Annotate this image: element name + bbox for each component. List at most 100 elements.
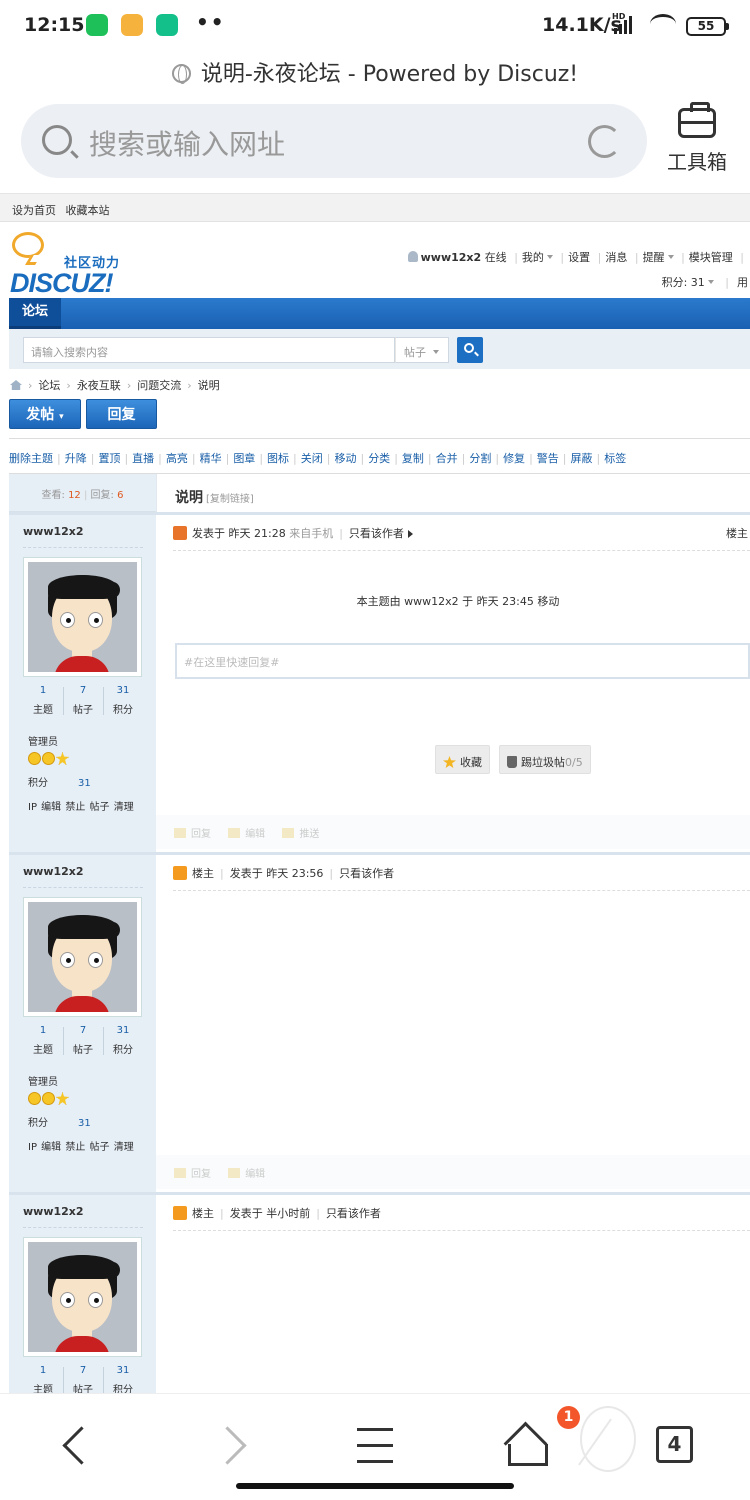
notes-icon <box>121 14 143 36</box>
mod-action-link[interactable]: 直播 <box>132 452 154 465</box>
mod-action-link[interactable]: 复制 <box>402 452 424 465</box>
moderation-toolbar: 删除主题 | 升降 | 置顶 | 直播 | 高亮 | 精华 | 图章 | 图标 | 关闭 | 移动 | 分类 | 复制 | 合并… <box>9 438 750 474</box>
username-link[interactable]: www12x2 <box>421 251 482 264</box>
mod-action-link[interactable]: 警告 <box>537 452 559 465</box>
mod-action-link[interactable]: 分割 <box>469 452 491 465</box>
thread-stats: 查看: 12 | 回复: 6 <box>9 474 156 512</box>
mod-action-link[interactable]: 删除主题 <box>9 452 53 465</box>
messages-link[interactable]: 消息 <box>605 251 627 264</box>
mod-action-link[interactable]: 升降 <box>65 452 87 465</box>
back-button[interactable] <box>54 1424 98 1468</box>
user-group-link[interactable]: 用 <box>737 276 748 289</box>
post-item: www12x2 1 主题 7 帖子 31 积分 管理员 积分 31 IP 编辑 禁止 帖… <box>9 512 750 852</box>
signal-icon <box>614 28 617 34</box>
search-type-select[interactable]: 帖子 <box>395 337 449 363</box>
more-notifications-icon: •• <box>196 10 226 34</box>
copy-link[interactable]: [复制链接] <box>206 494 254 505</box>
edit-link[interactable]: 编辑 <box>228 1168 265 1180</box>
toolbox-icon <box>678 102 716 138</box>
author-panel: www12x2 1 主题 7 帖子 31 积分 <box>9 1195 156 1393</box>
thread-title: 说明 [复制链接] <box>175 490 254 506</box>
mod-action-link[interactable]: 修复 <box>503 452 525 465</box>
forward-button[interactable] <box>210 1424 254 1468</box>
refresh-icon[interactable] <box>588 125 621 158</box>
battery-icon: 55 <box>686 17 729 36</box>
favorite-button[interactable]: 收藏 <box>435 745 490 774</box>
credits-menu[interactable]: 积分: 31 <box>662 276 705 289</box>
home-icon[interactable] <box>10 380 22 390</box>
post-actions: 回复 编辑 <box>156 1155 750 1189</box>
discuz-logo[interactable]: 社区动力 DISCUZ! <box>10 232 140 298</box>
user-bar: www12x2 在线 | 我的 | 设置 | 消息 | 提醒 | 模块管理 | <box>407 249 748 265</box>
author-credit: 积分 31 <box>28 1118 91 1129</box>
set-home-link[interactable]: 设为首页 <box>12 204 56 217</box>
user-group[interactable]: 管理员 <box>28 733 58 748</box>
author-name[interactable]: www12x2 <box>23 1205 84 1218</box>
module-admin-link[interactable]: 模块管理 <box>689 251 733 264</box>
reply-button[interactable]: 回复 <box>86 399 157 429</box>
breadcrumb: › 论坛 › 永夜互联 › 问题交流 › 说明 <box>10 377 220 393</box>
mod-action-link[interactable]: 图标 <box>267 452 289 465</box>
mod-action-link[interactable]: 合并 <box>436 452 458 465</box>
nav-tab-forum[interactable]: 论坛 <box>9 298 61 329</box>
security-icon <box>156 14 178 36</box>
post-item: www12x2 1 主题 7 帖子 31 积分 楼主 | 发表于 半小时前 | 只看该作者 <box>9 1192 750 1393</box>
post-item: www12x2 1 主题 7 帖子 31 积分 管理员 积分 31 IP 编辑 禁止 帖… <box>9 852 750 1192</box>
search-icon <box>464 343 474 353</box>
mod-action-link[interactable]: 标签 <box>604 452 626 465</box>
author-stats: 1 主题 7 帖子 31 积分 <box>33 1025 133 1056</box>
push-link[interactable]: 推送 <box>282 828 319 840</box>
mod-action-link[interactable]: 精华 <box>200 452 222 465</box>
reply-link[interactable]: 回复 <box>174 828 211 840</box>
top-links: 设为首页 收藏本站 <box>0 194 750 222</box>
only-author-link[interactable]: 只看该作者 <box>339 867 394 880</box>
notification-badge: 1 <box>557 1406 580 1429</box>
mod-action-link[interactable]: 屏蔽 <box>571 452 593 465</box>
mod-action-link[interactable]: 高亮 <box>166 452 188 465</box>
mod-action-link[interactable]: 分类 <box>368 452 390 465</box>
rank-icons <box>28 1092 70 1106</box>
report-spam-button[interactable]: 踢垃圾帖0/5 <box>499 745 591 774</box>
settings-link[interactable]: 设置 <box>568 251 590 264</box>
search-input[interactable]: 请输入搜索内容 <box>23 337 395 363</box>
toolbox-button[interactable]: 工具箱 <box>662 102 732 178</box>
reminders-menu[interactable]: 提醒 <box>643 251 665 264</box>
only-author-link[interactable]: 只看该作者 <box>326 1207 381 1220</box>
forum-page: 设为首页 收藏本站 社区动力 DISCUZ! www12x2 在线 | 我的 | 设… <box>0 193 750 1393</box>
quick-reply-input[interactable]: #在这里快速回复# <box>175 643 750 679</box>
rank-icons <box>28 752 70 766</box>
mod-action-link[interactable]: 移动 <box>334 452 356 465</box>
avatar[interactable] <box>23 1237 142 1357</box>
new-post-button[interactable]: 发帖 ▾ <box>9 399 81 429</box>
address-bar[interactable]: 搜索或输入网址 <box>21 104 647 178</box>
admin-links[interactable]: IP 编辑 禁止 帖子 清理 <box>28 798 134 813</box>
mascot-icon[interactable] <box>580 1406 636 1472</box>
menu-button[interactable] <box>353 1424 397 1468</box>
mod-action-link[interactable]: 置顶 <box>98 452 120 465</box>
breadcrumb-item[interactable]: 问题交流 <box>137 379 181 392</box>
post-info: 楼主 | 发表于 半小时前 | 只看该作者 <box>173 1205 750 1231</box>
address-placeholder: 搜索或输入网址 <box>89 128 286 161</box>
my-menu[interactable]: 我的 <box>522 251 544 264</box>
avatar[interactable] <box>23 557 142 677</box>
only-author-link[interactable]: 只看该作者 <box>349 527 404 540</box>
user-group[interactable]: 管理员 <box>28 1073 58 1088</box>
breadcrumb-item[interactable]: 永夜互联 <box>77 379 121 392</box>
mod-action-link[interactable]: 图章 <box>233 452 255 465</box>
admin-links[interactable]: IP 编辑 禁止 帖子 清理 <box>28 1138 134 1153</box>
reply-link[interactable]: 回复 <box>174 1168 211 1180</box>
wechat-icon <box>86 14 108 36</box>
avatar[interactable] <box>23 897 142 1017</box>
search-button[interactable] <box>457 337 483 363</box>
bookmark-link[interactable]: 收藏本站 <box>66 204 110 217</box>
author-name[interactable]: www12x2 <box>23 525 84 538</box>
floor-owner-icon <box>173 866 187 880</box>
breadcrumb-item[interactable]: 论坛 <box>38 379 60 392</box>
author-name[interactable]: www12x2 <box>23 865 84 878</box>
user-icon <box>407 251 418 262</box>
home-button[interactable] <box>503 1424 548 1468</box>
tabs-button[interactable]: 4 <box>656 1426 693 1463</box>
search-bar: 请输入搜索内容 帖子 <box>9 329 750 369</box>
edit-link[interactable]: 编辑 <box>228 828 265 840</box>
mod-action-link[interactable]: 关闭 <box>301 452 323 465</box>
